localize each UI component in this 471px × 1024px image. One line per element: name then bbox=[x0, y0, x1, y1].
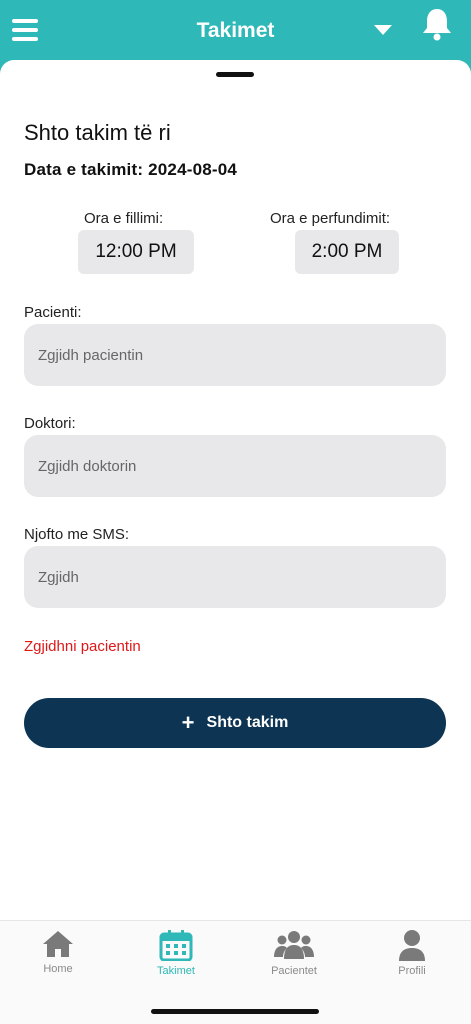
sheet-grabber[interactable] bbox=[216, 72, 254, 77]
add-appointment-button[interactable]: + Shto takim bbox=[24, 698, 446, 748]
app-header: Takimet bbox=[0, 0, 471, 68]
tab-takimet[interactable]: Takimet bbox=[126, 929, 226, 977]
add-appointment-label: Shto takim bbox=[206, 714, 289, 731]
patient-select[interactable]: Zgjidh pacientin bbox=[24, 324, 446, 386]
doctor-select[interactable]: Zgjidh doktorin bbox=[24, 435, 446, 497]
appointment-date: Data e takimit: 2024-08-04 bbox=[24, 160, 238, 179]
doctor-placeholder: Zgjidh doktorin bbox=[38, 457, 137, 475]
sms-placeholder: Zgjidh bbox=[38, 568, 79, 586]
calendar-icon bbox=[159, 930, 193, 961]
home-indicator bbox=[151, 1009, 319, 1014]
form-title: Shto takim të ri bbox=[24, 120, 171, 145]
user-icon bbox=[399, 930, 425, 961]
tab-profili-label: Profili bbox=[398, 965, 426, 977]
tab-pacientet-label: Pacientet bbox=[271, 965, 317, 977]
bell-icon[interactable] bbox=[420, 6, 454, 42]
validation-error: Zgjidhni pacientin bbox=[24, 638, 141, 655]
tab-home-label: Home bbox=[43, 963, 73, 975]
patient-placeholder: Zgjidh pacientin bbox=[38, 346, 144, 364]
plus-icon: + bbox=[181, 710, 195, 735]
end-time-picker[interactable]: 2:00 PM bbox=[295, 230, 399, 274]
patient-label: Pacienti: bbox=[24, 304, 82, 321]
add-appointment-sheet: Shto takim të ri Data e takimit: 2024-08… bbox=[0, 60, 471, 1024]
home-icon bbox=[43, 931, 73, 957]
people-icon bbox=[274, 931, 314, 959]
tab-pacientet[interactable]: Pacientet bbox=[244, 929, 344, 977]
bottom-tab-bar: Home Takimet Pacientet Profili bbox=[0, 920, 471, 1024]
start-time-picker[interactable]: 12:00 PM bbox=[78, 230, 194, 274]
tab-takimet-label: Takimet bbox=[157, 965, 195, 977]
caret-down-icon[interactable] bbox=[374, 25, 392, 35]
doctor-label: Doktori: bbox=[24, 415, 76, 432]
tab-home[interactable]: Home bbox=[8, 929, 108, 975]
sms-select[interactable]: Zgjidh bbox=[24, 546, 446, 608]
end-time-label: Ora e perfundimit: bbox=[270, 210, 391, 227]
sms-label: Njofto me SMS: bbox=[24, 526, 130, 543]
start-time-label: Ora e fillimi: bbox=[84, 210, 164, 227]
tab-profili[interactable]: Profili bbox=[362, 929, 462, 977]
page-title: Takimet bbox=[196, 19, 275, 42]
